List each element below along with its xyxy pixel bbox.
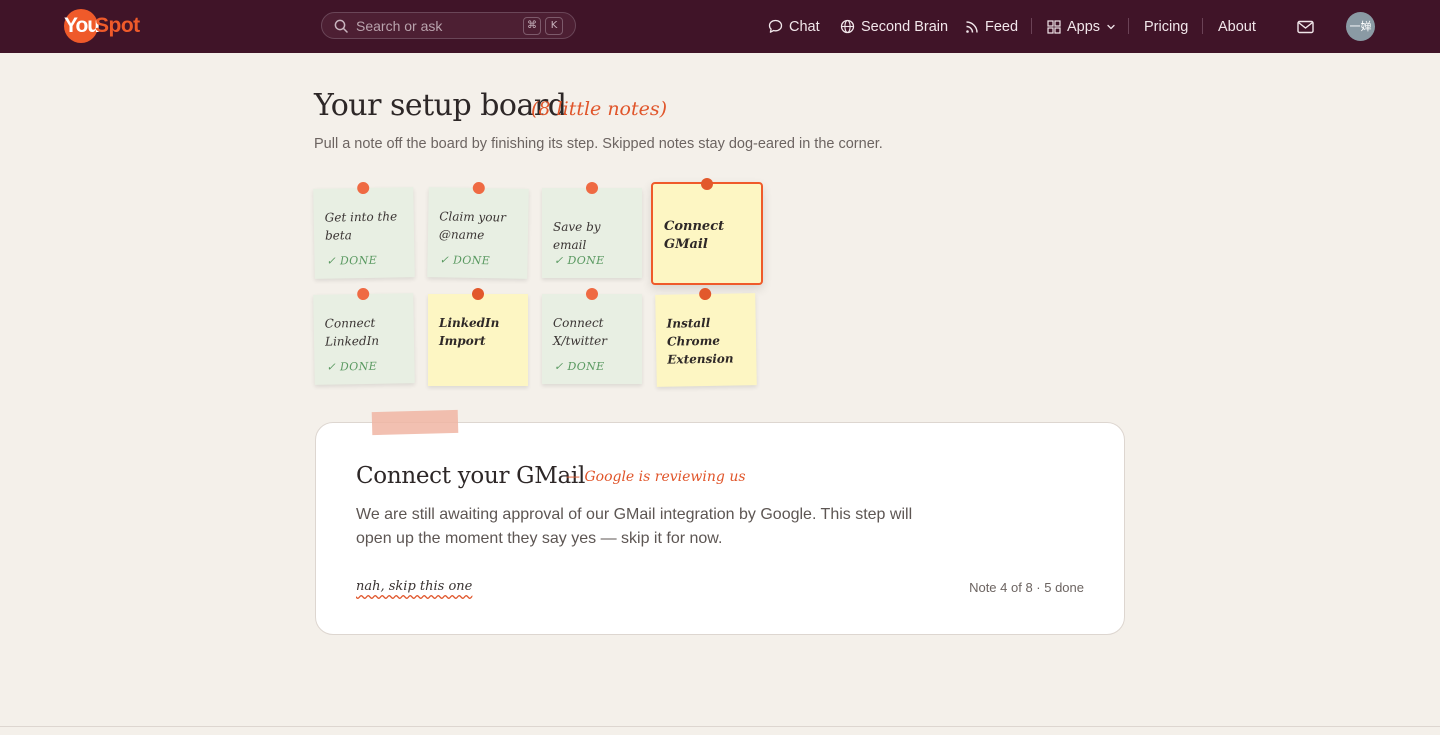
nav-second-brain[interactable]: Second Brain [840, 0, 948, 53]
step-progress: Note 4 of 8 · 5 done [969, 580, 1084, 595]
nav-about[interactable]: About [1218, 0, 1256, 53]
page-title-aside: (8 little notes) [531, 98, 668, 120]
search-input[interactable]: Search or ask ⌘ K [321, 12, 576, 39]
step-detail-card: Connect your GMail — Google is reviewing… [315, 422, 1125, 635]
step-description: We are still awaiting approval of our GM… [356, 506, 913, 547]
note-done-status: ✓ DONE [554, 254, 605, 267]
nav-apps-label: Apps [1067, 18, 1101, 35]
note-label: Install Chrome Extension [666, 315, 734, 367]
nav-divider [1202, 18, 1203, 34]
skip-step-link[interactable]: nah, skip this one [356, 579, 472, 594]
nav-feed-label: Feed [985, 18, 1019, 35]
setup-note-connect-x[interactable]: Connect X/twitter ✓ DONE [542, 288, 642, 384]
nav-chat-label: Chat [789, 18, 820, 35]
logo-wordmark: Spot [95, 14, 140, 37]
step-status-note: — Google is reviewing us [566, 469, 746, 485]
nav-pricing[interactable]: Pricing [1144, 0, 1188, 53]
pin-icon [357, 287, 370, 301]
nav-second-brain-label: Second Brain [861, 18, 949, 35]
setup-note-chrome-extension[interactable]: Install Chrome Extension [655, 287, 757, 387]
page-title: Your setup board [314, 88, 567, 123]
setup-note-connect-gmail[interactable]: Connect GMail [651, 178, 763, 285]
note-done-status: ✓ DONE [326, 359, 378, 374]
nav-feed[interactable]: Feed [965, 0, 1018, 53]
note-done-status: ✓ DONE [439, 253, 491, 268]
yousspot-logo[interactable]: You Spot [64, 9, 140, 43]
shortcut-cmd-key: ⌘ [523, 16, 541, 35]
pin-icon [701, 178, 713, 190]
shortcut-k-key: K [545, 16, 563, 35]
nav-divider [1128, 18, 1129, 34]
nav-divider [1031, 18, 1032, 34]
tape-decoration [371, 409, 459, 436]
footer-divider [0, 726, 1440, 727]
nav-chat[interactable]: Chat [768, 0, 820, 53]
nav-pricing-label: Pricing [1144, 18, 1189, 35]
chat-bubble-icon [768, 19, 783, 33]
nav-about-label: About [1218, 18, 1256, 35]
pin-icon [586, 288, 598, 300]
setup-note-beta[interactable]: Get into the beta ✓ DONE [313, 181, 415, 279]
setup-note-claim-name[interactable]: Claim your @name ✓ DONE [427, 181, 529, 279]
pin-icon [699, 287, 712, 301]
setup-note-linkedin-import[interactable]: LinkedIn Import [428, 288, 528, 386]
setup-note-connect-linkedin[interactable]: Connect LinkedIn ✓ DONE [313, 287, 415, 385]
pin-icon [472, 288, 484, 300]
pin-icon [586, 182, 598, 194]
globe-icon [840, 19, 855, 34]
grid-icon [1047, 19, 1061, 34]
note-label: Get into the beta [324, 209, 398, 243]
nav-apps-dropdown[interactable]: Apps [1047, 0, 1122, 53]
note-label: Connect X/twitter [553, 316, 607, 348]
note-label: LinkedIn Import [439, 316, 500, 348]
page-subtitle: Pull a note off the board by finishing i… [314, 136, 883, 152]
note-done-status: ✓ DONE [554, 360, 605, 373]
search-icon [334, 19, 348, 33]
mail-icon [1297, 20, 1314, 33]
rss-feed-icon [966, 20, 978, 33]
note-label: Connect LinkedIn [324, 315, 380, 349]
logo-badge: You [64, 9, 100, 43]
user-avatar[interactable]: 一婵 [1346, 12, 1375, 41]
top-navigation-bar: You Spot Search or ask ⌘ K Chat Second B… [0, 0, 1440, 53]
step-title: Connect your GMail [356, 463, 586, 489]
search-placeholder: Search or ask [356, 17, 443, 34]
note-label: Claim your @name [438, 209, 507, 243]
pin-icon [472, 181, 485, 195]
chevron-down-icon [1107, 24, 1115, 29]
setup-note-save-by-email[interactable]: Save by email ✓ DONE [542, 182, 642, 278]
note-label: Save by email [553, 220, 601, 252]
note-label: Connect GMail [664, 219, 725, 252]
inbox-button[interactable] [1297, 0, 1314, 53]
pin-icon [357, 181, 370, 195]
note-done-status: ✓ DONE [326, 253, 378, 268]
